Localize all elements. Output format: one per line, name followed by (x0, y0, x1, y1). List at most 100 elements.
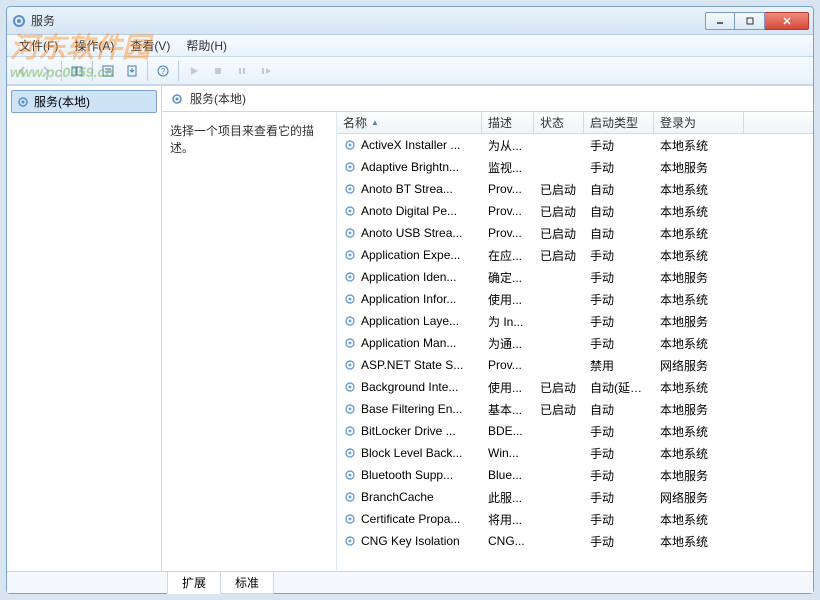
help-button[interactable]: ? (152, 60, 174, 82)
description-prompt: 选择一个项目来查看它的描述。 (170, 124, 314, 155)
service-desc: BDE... (482, 424, 534, 438)
titlebar[interactable]: 服务 (7, 7, 813, 35)
tree-pane: 服务(本地) (7, 86, 162, 571)
service-logon: 本地系统 (654, 335, 744, 352)
service-row[interactable]: Anoto BT Strea...Prov...已启动自动本地系统 (337, 178, 813, 200)
show-hide-button[interactable] (66, 60, 88, 82)
start-button (183, 60, 205, 82)
service-row[interactable]: Application Iden...确定... 手动本地服务 (337, 266, 813, 288)
service-row[interactable]: Block Level Back...Win...手动本地系统 (337, 442, 813, 464)
service-startup: 手动 (584, 511, 654, 528)
service-desc: 监视... (482, 159, 534, 176)
service-name: Application Iden... (337, 270, 482, 284)
service-name: Anoto USB Strea... (337, 226, 482, 240)
service-logon: 本地系统 (654, 511, 744, 528)
service-startup: 手动 (584, 137, 654, 154)
service-row[interactable]: Application Infor...使用...手动本地系统 (337, 288, 813, 310)
service-desc: 为从... (482, 137, 534, 154)
service-status: 已启动 (534, 379, 584, 396)
service-row[interactable]: Anoto USB Strea...Prov...已启动自动本地系统 (337, 222, 813, 244)
tab-extended[interactable]: 扩展 (167, 572, 221, 594)
service-startup: 手动 (584, 291, 654, 308)
service-desc: 在应... (482, 247, 534, 264)
service-desc: Win... (482, 446, 534, 460)
service-logon: 本地系统 (654, 225, 744, 242)
column-status[interactable]: 状态 (534, 112, 584, 133)
service-desc: 使用... (482, 291, 534, 308)
column-logon-as[interactable]: 登录为 (654, 112, 744, 133)
column-description[interactable]: 描述 (482, 112, 534, 133)
service-list: 名称 描述 状态 启动类型 登录为 ActiveX Installer ...为… (337, 112, 813, 571)
service-logon: 网络服务 (654, 489, 744, 506)
service-startup: 手动 (584, 313, 654, 330)
stop-button (207, 60, 229, 82)
service-name: Application Man... (337, 336, 482, 350)
service-row[interactable]: Anoto Digital Pe...Prov...已启动自动本地系统 (337, 200, 813, 222)
service-startup: 自动 (584, 225, 654, 242)
services-icon (11, 13, 27, 29)
service-row[interactable]: Application Laye...为 In...手动本地服务 (337, 310, 813, 332)
service-row[interactable]: Adaptive Brightn...监视...手动本地服务 (337, 156, 813, 178)
tree-node-label: 服务(本地) (34, 93, 90, 110)
back-button (11, 60, 33, 82)
service-row[interactable]: Application Expe...在应...已启动手动本地系统 (337, 244, 813, 266)
pause-button (231, 60, 253, 82)
services-window: 服务 文件(F) 操作(A) 查看(V) 帮助(H) ? 服务(本地 (6, 6, 814, 594)
menu-view[interactable]: 查看(V) (122, 35, 178, 56)
menu-action[interactable]: 操作(A) (66, 35, 122, 56)
service-row[interactable]: Bluetooth Supp...Blue...手动本地服务 (337, 464, 813, 486)
service-logon: 本地系统 (654, 533, 744, 550)
column-name[interactable]: 名称 (337, 112, 482, 133)
service-name: Bluetooth Supp... (337, 468, 482, 482)
service-row[interactable]: ASP.NET State S...Prov...禁用网络服务 (337, 354, 813, 376)
service-logon: 本地服务 (654, 467, 744, 484)
service-row[interactable]: Base Filtering En...基本...已启动自动本地服务 (337, 398, 813, 420)
service-desc: CNG... (482, 534, 534, 548)
service-row[interactable]: Certificate Propa...将用...手动本地系统 (337, 508, 813, 530)
service-status: 已启动 (534, 203, 584, 220)
main-header: 服务(本地) (162, 86, 813, 112)
service-logon: 本地系统 (654, 423, 744, 440)
service-row[interactable]: CNG Key IsolationCNG...手动本地系统 (337, 530, 813, 552)
view-tabs: 扩展 标准 (7, 571, 813, 593)
service-startup: 手动 (584, 269, 654, 286)
service-startup: 自动(延迟... (584, 379, 654, 396)
service-logon: 本地系统 (654, 445, 744, 462)
service-startup: 手动 (584, 335, 654, 352)
service-row[interactable]: BranchCache此服...手动网络服务 (337, 486, 813, 508)
svg-text:?: ? (161, 67, 166, 76)
minimize-button[interactable] (705, 12, 735, 30)
list-header: 名称 描述 状态 启动类型 登录为 (337, 112, 813, 134)
service-name: BitLocker Drive ... (337, 424, 482, 438)
service-name: Anoto BT Strea... (337, 182, 482, 196)
service-startup: 手动 (584, 159, 654, 176)
description-pane: 选择一个项目来查看它的描述。 (162, 112, 337, 571)
service-name: ActiveX Installer ... (337, 138, 482, 152)
service-desc: 确定... (482, 269, 534, 286)
tab-standard[interactable]: 标准 (220, 572, 274, 594)
service-row[interactable]: Application Man...为通... 手动本地系统 (337, 332, 813, 354)
service-row[interactable]: Background Inte...使用...已启动自动(延迟...本地系统 (337, 376, 813, 398)
service-name: Application Laye... (337, 314, 482, 328)
service-status: 已启动 (534, 401, 584, 418)
properties-button[interactable] (97, 60, 119, 82)
column-startup-type[interactable]: 启动类型 (584, 112, 654, 133)
maximize-button[interactable] (735, 12, 765, 30)
service-startup: 手动 (584, 467, 654, 484)
tree-node-services-local[interactable]: 服务(本地) (11, 90, 157, 113)
service-startup: 自动 (584, 203, 654, 220)
export-button[interactable] (121, 60, 143, 82)
service-row[interactable]: BitLocker Drive ...BDE...手动本地系统 (337, 420, 813, 442)
service-logon: 本地服务 (654, 269, 744, 286)
service-name: ASP.NET State S... (337, 358, 482, 372)
service-logon: 本地系统 (654, 203, 744, 220)
close-button[interactable] (765, 12, 809, 30)
list-body[interactable]: ActiveX Installer ...为从...手动本地系统Adaptive… (337, 134, 813, 571)
service-desc: 使用... (482, 379, 534, 396)
service-desc: Prov... (482, 226, 534, 240)
service-desc: 基本... (482, 401, 534, 418)
menu-help[interactable]: 帮助(H) (178, 35, 235, 56)
service-desc: 为通... (482, 335, 534, 352)
service-row[interactable]: ActiveX Installer ...为从...手动本地系统 (337, 134, 813, 156)
menu-file[interactable]: 文件(F) (11, 35, 66, 56)
